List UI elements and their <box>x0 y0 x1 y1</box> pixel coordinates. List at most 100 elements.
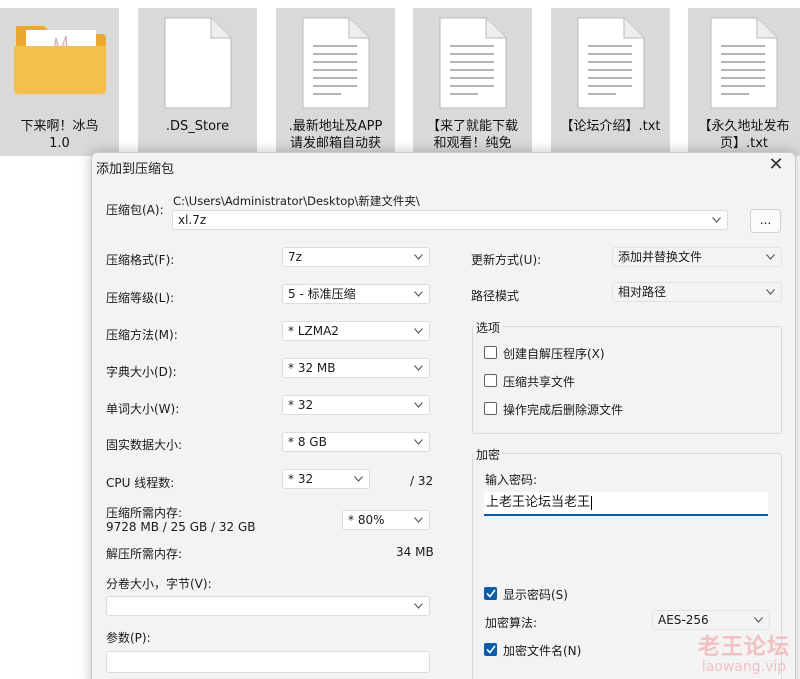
method-select[interactable]: * LZMA2 <box>282 321 430 341</box>
password-label: 输入密码: <box>485 473 538 487</box>
watermark-title: 老王论坛 <box>697 635 790 660</box>
mem-percent-value: * 80% <box>348 513 385 527</box>
mem-decomp-label: 解压所需内存: <box>106 547 183 561</box>
chevron-down-icon <box>754 611 764 629</box>
level-label: 压缩等级(L): <box>106 291 175 305</box>
archive-name-value: xl.7z <box>178 213 207 227</box>
delete-after-checkbox[interactable] <box>484 402 497 415</box>
chevron-down-icon <box>414 511 424 529</box>
file-icon <box>138 16 257 116</box>
archive-label: 压缩包(A): <box>106 203 164 217</box>
archive-name-combo[interactable]: xl.7z <box>172 210 728 230</box>
encryption-group-title: 加密 <box>474 446 503 463</box>
mem-comp-value: 9728 MB / 25 GB / 32 GB <box>106 520 256 534</box>
encrypt-names-label[interactable]: 加密文件名(N) <box>503 642 581 659</box>
volume-label: 分卷大小，字节(V): <box>106 577 212 591</box>
shared-files-label[interactable]: 压缩共享文件 <box>503 373 575 390</box>
word-label: 单词大小(W): <box>106 402 180 416</box>
chevron-down-icon <box>414 433 424 451</box>
path-mode-value: 相对路径 <box>618 285 667 299</box>
text-file-icon <box>688 16 800 116</box>
file-name: .DS_Store <box>165 119 230 134</box>
format-label: 压缩格式(F): <box>106 253 175 267</box>
path-mode-label: 路径模式 <box>471 289 520 303</box>
file-tile-txt[interactable]: 【论坛介绍】.txt <box>551 8 670 156</box>
level-value: 5 - 标准压缩 <box>288 287 356 301</box>
path-mode-select[interactable]: 相对路径 <box>612 282 782 302</box>
format-value: 7z <box>288 250 302 264</box>
archive-path: C:\Users\Administrator\Desktop\新建文件夹\ <box>173 194 420 208</box>
cpu-value: * 32 <box>288 472 314 486</box>
solid-label: 固实数据大小: <box>106 438 183 452</box>
sfx-label[interactable]: 创建自解压程序(X) <box>503 345 605 362</box>
word-value: * 32 <box>288 398 314 412</box>
algorithm-label: 加密算法: <box>485 616 538 630</box>
encrypt-names-checkbox[interactable] <box>484 643 497 656</box>
mem-decomp-value: 34 MB <box>396 545 434 559</box>
options-group-title: 选项 <box>474 319 503 336</box>
sfx-checkbox[interactable] <box>484 346 497 359</box>
folder-icon <box>0 16 119 116</box>
word-select[interactable]: * 32 <box>282 395 430 415</box>
volume-size-combo[interactable] <box>106 596 430 616</box>
chevron-down-icon <box>414 359 424 377</box>
chevron-down-icon <box>414 285 424 303</box>
solid-value: * 8 GB <box>288 435 327 449</box>
params-label: 参数(P): <box>106 631 151 645</box>
browse-button[interactable]: ... <box>750 209 781 233</box>
add-to-archive-dialog: 添加到压缩包 ✕ 压缩包(A): C:\Users\Administrator\… <box>91 152 796 679</box>
chevron-down-icon <box>712 211 722 229</box>
chevron-down-icon <box>766 283 776 301</box>
level-select[interactable]: 5 - 标准压缩 <box>282 284 430 304</box>
show-password-checkbox[interactable] <box>484 587 497 600</box>
file-name: 【论坛介绍】.txt <box>560 119 661 134</box>
dialog-titlebar: 添加到压缩包 ✕ <box>92 153 795 179</box>
file-tile-txt[interactable]: .最新地址及APP 请发邮箱自动获 <box>276 8 395 156</box>
file-name: 【来了就能下载 和观看！纯免 <box>426 119 518 151</box>
text-file-icon <box>413 16 532 116</box>
dict-label: 字典大小(D): <box>106 365 177 379</box>
file-tile-folder[interactable]: 下来啊！冰鸟 1.0 <box>0 8 119 156</box>
file-tile-txt[interactable]: 【来了就能下载 和观看！纯免 <box>413 8 532 156</box>
cpu-label: CPU 线程数: <box>106 476 175 490</box>
chevron-down-icon <box>414 248 424 266</box>
update-mode-value: 添加并替换文件 <box>618 250 703 264</box>
close-icon[interactable]: ✕ <box>765 155 787 177</box>
cpu-threads-select[interactable]: * 32 <box>282 469 370 489</box>
algorithm-select[interactable]: AES-256 <box>652 610 770 630</box>
method-label: 压缩方法(M): <box>106 328 178 342</box>
file-tile-txt[interactable]: 【永久地址发布 页】.txt <box>688 8 800 156</box>
params-input[interactable] <box>106 651 430 673</box>
mem-comp-label: 压缩所需内存: <box>106 506 183 520</box>
check-icon <box>486 645 496 654</box>
file-tile-ds-store[interactable]: .DS_Store <box>138 8 257 156</box>
site-watermark: 老王论坛 laowang.vip <box>698 629 790 675</box>
password-input[interactable]: 上老王论坛当老王 <box>484 492 768 516</box>
chevron-down-icon <box>354 470 364 488</box>
chevron-down-icon <box>414 597 424 615</box>
text-file-icon <box>276 16 395 116</box>
show-password-label[interactable]: 显示密码(S) <box>503 586 568 603</box>
check-icon <box>486 589 496 598</box>
cpu-max: / 32 <box>410 474 434 488</box>
file-name: 【永久地址发布 页】.txt <box>698 119 790 151</box>
update-mode-label: 更新方式(U): <box>471 253 542 267</box>
chevron-down-icon <box>414 322 424 340</box>
solid-select[interactable]: * 8 GB <box>282 432 430 452</box>
password-value: 上老王论坛当老王 <box>486 495 591 510</box>
file-name: 下来啊！冰鸟 1.0 <box>20 119 99 151</box>
format-select[interactable]: 7z <box>282 247 430 267</box>
chevron-down-icon <box>414 396 424 414</box>
mem-percent-select[interactable]: * 80% <box>342 510 430 530</box>
watermark-url: laowang.vip <box>701 659 787 675</box>
method-value: * LZMA2 <box>288 324 339 338</box>
dict-select[interactable]: * 32 MB <box>282 358 430 378</box>
delete-after-label[interactable]: 操作完成后删除源文件 <box>503 401 623 418</box>
update-mode-select[interactable]: 添加并替换文件 <box>612 247 782 267</box>
dialog-title: 添加到压缩包 <box>96 162 175 177</box>
text-file-icon <box>551 16 670 116</box>
shared-files-checkbox[interactable] <box>484 374 497 387</box>
algorithm-value: AES-256 <box>658 613 709 627</box>
chevron-down-icon <box>766 248 776 266</box>
text-caret <box>591 495 593 510</box>
